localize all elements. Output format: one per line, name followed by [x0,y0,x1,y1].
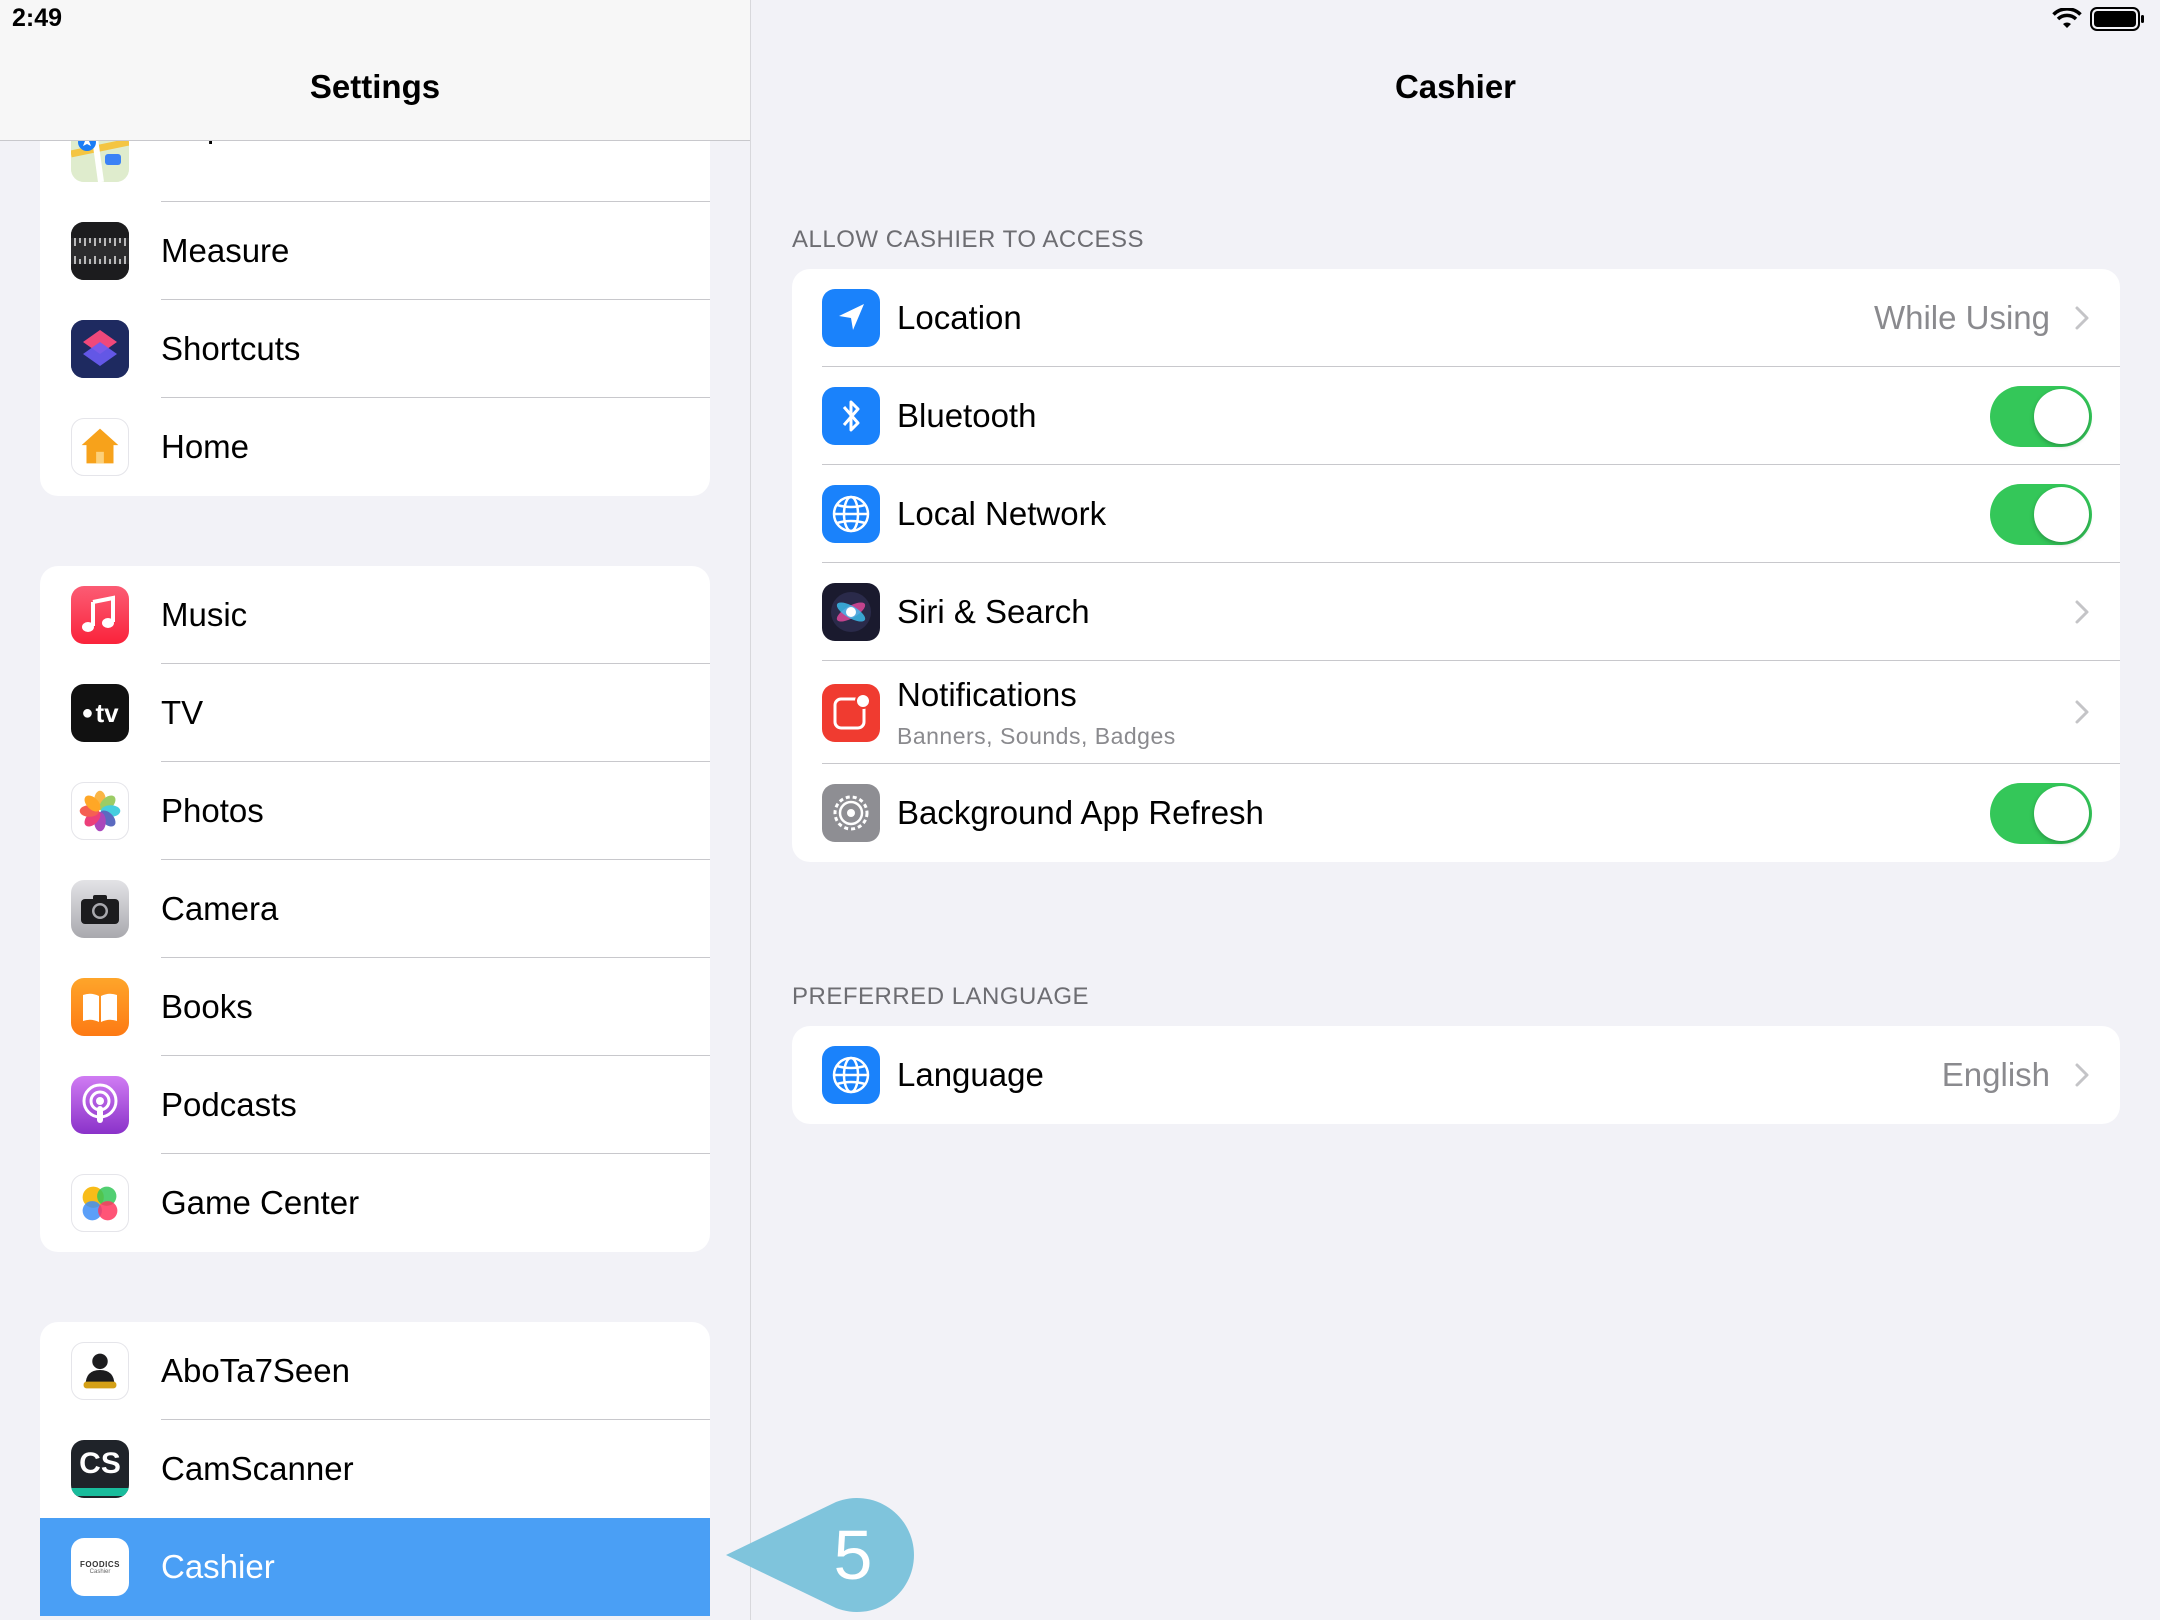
abota7seen-icon [71,1342,129,1400]
wifi-icon [2052,8,2082,28]
sidebar-group-system-apps: Maps [40,104,710,496]
access-permissions-group: Location While Using Bluetooth Local Net… [792,269,2120,862]
music-icon [71,586,129,644]
sidebar-item-label: Game Center [161,1184,360,1221]
sidebar-group-third-party-apps: AboTa7Seen CS CamScanner FOODICS Cashier… [40,1322,710,1616]
status-time: 2:49 [12,4,63,32]
sidebar-item-home[interactable]: Home [40,398,710,496]
settings-sidebar: Settings Maps [0,0,751,1620]
sidebar-group-media-apps: Music ● tv TV Photos Camera Books Podcas… [40,566,710,1252]
sidebar-item-cashier[interactable]: FOODICS Cashier Cashier [40,1518,710,1616]
sidebar-item-game-center[interactable]: Game Center [40,1154,710,1252]
background-app-refresh-toggle[interactable] [1990,783,2092,844]
tv-icon-text: tv [95,697,119,728]
bluetooth-icon [822,387,880,445]
local-network-row: Local Network [792,465,2120,563]
game-center-icon [71,1174,129,1232]
tv-icon: ● tv [71,684,129,742]
location-row[interactable]: Location While Using [792,269,2120,367]
podcasts-icon [71,1076,129,1134]
cashier-icon: FOODICS Cashier [71,1538,129,1596]
notifications-label: Notifications [897,676,1077,713]
siri-search-label: Siri & Search [897,593,1090,630]
siri-icon [822,583,880,641]
sidebar-item-camera[interactable]: Camera [40,860,710,958]
location-value: While Using [1873,299,2050,336]
language-value: English [1941,1056,2050,1093]
measure-icon [71,222,129,280]
chevron-right-icon [2075,306,2089,330]
section-header-language: PREFERRED LANGUAGE [792,983,1090,1010]
globe-icon [822,1046,880,1104]
sidebar-item-tv[interactable]: ● tv TV [40,664,710,762]
sidebar-item-camscanner[interactable]: CS CamScanner [40,1420,710,1518]
preferred-language-group: Language English [792,1026,2120,1124]
bluetooth-toggle[interactable] [1990,386,2092,447]
sidebar-item-photos[interactable]: Photos [40,762,710,860]
camera-icon [71,880,129,938]
local-network-label: Local Network [897,495,1107,532]
detail-title: Cashier [1394,68,1517,105]
notifications-sublabel: Banners, Sounds, Badges [897,723,1176,749]
sidebar-item-label: CamScanner [161,1450,354,1487]
cashier-icon-text: FOODICS [80,1559,120,1569]
shortcuts-icon [71,320,129,378]
sidebar-item-label: TV [161,694,204,731]
notifications-icon [822,684,880,742]
sidebar-title: Settings [309,68,441,105]
sidebar-header: Settings [0,0,750,141]
sidebar-item-books[interactable]: Books [40,958,710,1056]
sidebar-item-label: Podcasts [161,1086,297,1123]
location-arrow-icon [822,289,880,347]
chevron-right-icon [2075,600,2089,624]
cashier-icon-subtext: Cashier [89,1568,111,1575]
sidebar-item-label: Cashier [161,1548,275,1585]
sidebar-item-shortcuts[interactable]: Shortcuts [40,300,710,398]
notifications-row[interactable]: Notifications Banners, Sounds, Badges [792,661,2120,764]
language-label: Language [897,1056,1044,1093]
sidebar-item-label: Books [161,988,253,1025]
globe-network-icon [822,485,880,543]
siri-search-row[interactable]: Siri & Search [792,563,2120,661]
bluetooth-label: Bluetooth [897,397,1037,434]
home-icon [71,418,129,476]
bluetooth-row: Bluetooth [792,367,2120,465]
language-row[interactable]: Language English [792,1026,2120,1124]
background-app-refresh-label: Background App Refresh [897,794,1264,831]
sidebar-item-music[interactable]: Music [40,566,710,664]
sidebar-item-label: Music [161,596,248,633]
sidebar-item-label: AboTa7Seen [161,1352,350,1389]
status-indicators [2052,6,2146,32]
location-label: Location [897,299,1022,336]
section-header-access: ALLOW CASHIER TO ACCESS [792,226,1145,253]
sidebar-item-label: Camera [161,890,279,927]
sidebar-item-measure[interactable]: Measure [40,202,710,300]
photos-icon [71,782,129,840]
sidebar-item-label: Photos [161,792,264,829]
chevron-right-icon [2075,1063,2089,1087]
step-callout-number: 5 [833,1516,873,1594]
sidebar-item-label: Shortcuts [161,330,301,367]
books-icon [71,978,129,1036]
gear-icon [822,784,880,842]
chevron-right-icon [2075,700,2089,724]
camscanner-icon: CS [71,1440,129,1498]
sidebar-item-abota7seen[interactable]: AboTa7Seen [40,1322,710,1420]
background-app-refresh-row: Background App Refresh [792,764,2120,862]
sidebar-item-label: Measure [161,232,290,269]
camscanner-icon-text: CS [79,1447,121,1480]
sidebar-item-podcasts[interactable]: Podcasts [40,1056,710,1154]
local-network-toggle[interactable] [1990,484,2092,545]
sidebar-item-label: Home [161,428,250,465]
battery-icon [2090,7,2144,31]
